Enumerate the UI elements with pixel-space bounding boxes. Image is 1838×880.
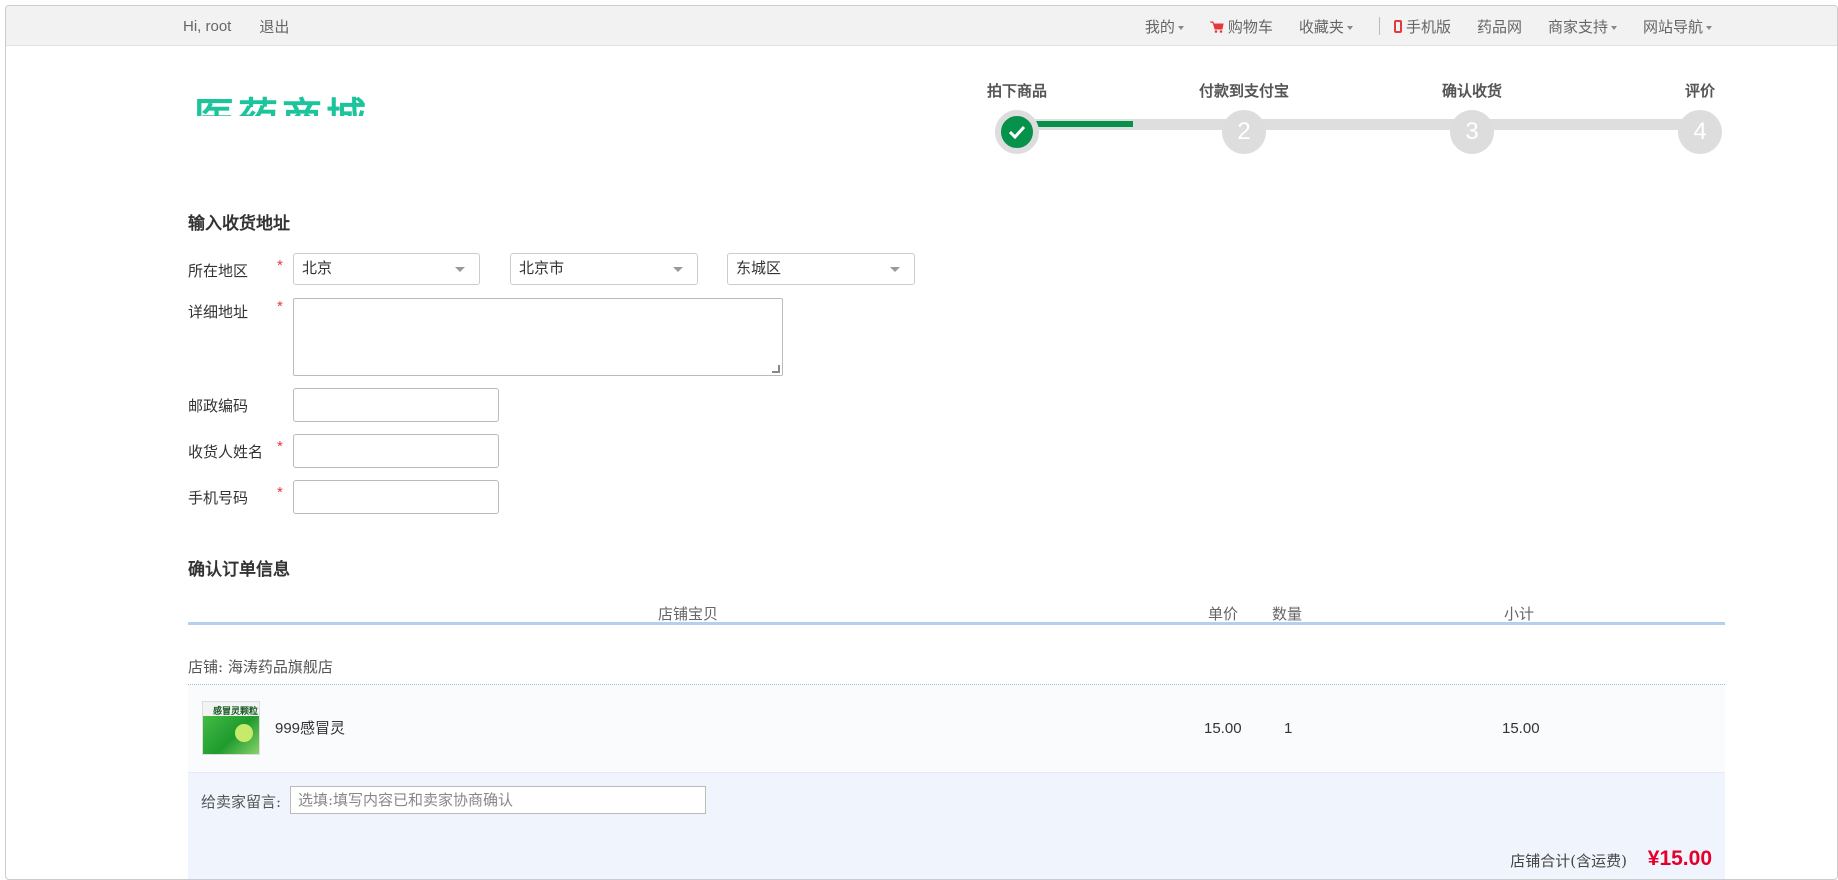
chevron-down-icon: [1706, 25, 1712, 30]
check-icon: [995, 110, 1039, 154]
required-mark: *: [277, 438, 283, 455]
nav-merchant-support-label: 商家支持: [1547, 18, 1608, 36]
district-value: 东城区: [736, 260, 782, 277]
shop-total-value: ¥15.00: [1647, 847, 1712, 870]
col-qty: 数量: [1272, 605, 1303, 623]
product-thumbnail[interactable]: 感冒灵颗粒: [202, 701, 260, 755]
dropdown-arrow-icon: [673, 267, 683, 272]
col-item: 店铺宝贝: [658, 605, 719, 623]
order-section-title: 确认订单信息: [188, 560, 290, 580]
dropdown-arrow-icon: [455, 267, 465, 272]
nav-drug-site-link[interactable]: 药品网: [1477, 16, 1522, 37]
order-table-header: 店铺宝贝 单价 数量 小计: [188, 599, 1725, 625]
recipient-name-label: 收货人姓名: [188, 444, 264, 461]
required-mark: *: [277, 484, 283, 501]
step-label: 付款到支付宝: [1198, 82, 1289, 100]
city-value: 北京市: [519, 260, 565, 277]
step-label: 评价: [1684, 82, 1715, 100]
browser-page: Hi, root 退出 我的 购物车 收藏夹 手机版 药品网 商家支持 网站导航…: [5, 5, 1838, 880]
nav-site-nav-menu[interactable]: 网站导航: [1643, 16, 1712, 37]
chevron-down-icon: [1610, 25, 1617, 30]
nav-cart-label: 购物车: [1227, 18, 1273, 36]
nav-cart-link[interactable]: 购物车: [1209, 16, 1273, 37]
region-label: 所在地区: [188, 263, 249, 280]
step-3: 确认收货 3: [1412, 80, 1532, 154]
zip-code-input[interactable]: [293, 388, 499, 422]
seller-message-placeholder: 选填:填写内容已和卖家协商确认: [298, 791, 514, 809]
chevron-down-icon: [1177, 25, 1184, 30]
shop-total-row: 店铺合计(含运费) ¥15.00: [188, 829, 1725, 879]
seller-message-label: 给卖家留言:: [201, 793, 282, 811]
divider: [1378, 17, 1380, 35]
nav-site-nav-label: 网站导航: [1642, 18, 1703, 36]
top-bar-left: Hi, root 退出: [183, 6, 289, 46]
top-bar-right: 我的 购物车 收藏夹 手机版 药品网 商家支持 网站导航: [1145, 6, 1712, 46]
province-value: 北京: [302, 260, 333, 277]
col-price: 单价: [1208, 605, 1239, 623]
seller-message-input[interactable]: 选填:填写内容已和卖家协商确认: [290, 786, 706, 814]
nav-mine-menu[interactable]: 我的: [1145, 16, 1184, 37]
detail-address-label: 详细地址: [188, 304, 249, 321]
nav-mobile-link[interactable]: 手机版: [1393, 16, 1451, 37]
cart-icon: [1209, 21, 1224, 33]
step-number: 4: [1678, 110, 1722, 154]
step-2: 付款到支付宝 2: [1184, 80, 1304, 154]
recipient-name-input[interactable]: [293, 434, 499, 468]
step-number: 3: [1450, 110, 1494, 154]
detail-address-textarea[interactable]: [293, 298, 783, 376]
logout-link[interactable]: 退出: [259, 16, 289, 37]
step-1: 拍下商品: [957, 80, 1077, 154]
phone-label: 手机号码: [188, 490, 249, 507]
col-subtotal: 小计: [1504, 605, 1535, 623]
address-section-title: 输入收货地址: [188, 214, 290, 234]
site-logo[interactable]: 医药商城: [194, 94, 394, 117]
step-label: 拍下商品: [986, 82, 1047, 100]
zip-code-label: 邮政编码: [188, 398, 249, 415]
nav-mobile-label: 手机版: [1405, 18, 1451, 36]
thumb-text: 感冒灵颗粒: [213, 706, 259, 716]
nav-favorites-label: 收藏夹: [1298, 18, 1344, 36]
phone-input[interactable]: [293, 480, 499, 514]
nav-favorites-menu[interactable]: 收藏夹: [1299, 16, 1353, 37]
subtotal: 15.00: [1502, 720, 1540, 737]
required-mark: *: [277, 257, 283, 274]
shop-name[interactable]: 店铺: 海涛药品旗舰店: [188, 658, 333, 676]
product-name[interactable]: 999感冒灵: [275, 717, 345, 738]
province-select[interactable]: 北京: [293, 253, 480, 285]
order-progress-steps: 拍下商品 付款到支付宝 2 确认收货 3 评价 4: [985, 80, 1723, 154]
dropdown-arrow-icon: [890, 267, 900, 272]
nav-merchant-support-menu[interactable]: 商家支持: [1548, 16, 1617, 37]
table-row: 感冒灵颗粒 999感冒灵 15.00 1 15.00: [188, 685, 1725, 773]
unit-price: 15.00: [1204, 720, 1242, 737]
district-select[interactable]: 东城区: [727, 253, 915, 285]
quantity: 1: [1284, 720, 1293, 737]
greeting-text: Hi, root: [183, 17, 232, 35]
city-select[interactable]: 北京市: [510, 253, 698, 285]
step-4: 评价 4: [1640, 80, 1760, 154]
shop-total-label: 店铺合计(含运费): [1510, 852, 1627, 870]
seller-message-row: 给卖家留言: 选填:填写内容已和卖家协商确认: [188, 773, 1725, 829]
required-mark: *: [277, 298, 283, 315]
phone-icon: [1393, 19, 1402, 33]
resize-grip-icon[interactable]: [772, 365, 780, 373]
shop-row: 店铺: 海涛药品旗舰店: [188, 656, 1725, 685]
step-label: 确认收货: [1441, 82, 1502, 100]
chevron-down-icon: [1346, 25, 1353, 30]
top-bar: Hi, root 退出 我的 购物车 收藏夹 手机版 药品网 商家支持 网站导航: [6, 6, 1837, 46]
logo-text: 医药商城: [194, 98, 394, 117]
step-number: 2: [1222, 110, 1266, 154]
nav-mine-label: 我的: [1144, 18, 1175, 36]
